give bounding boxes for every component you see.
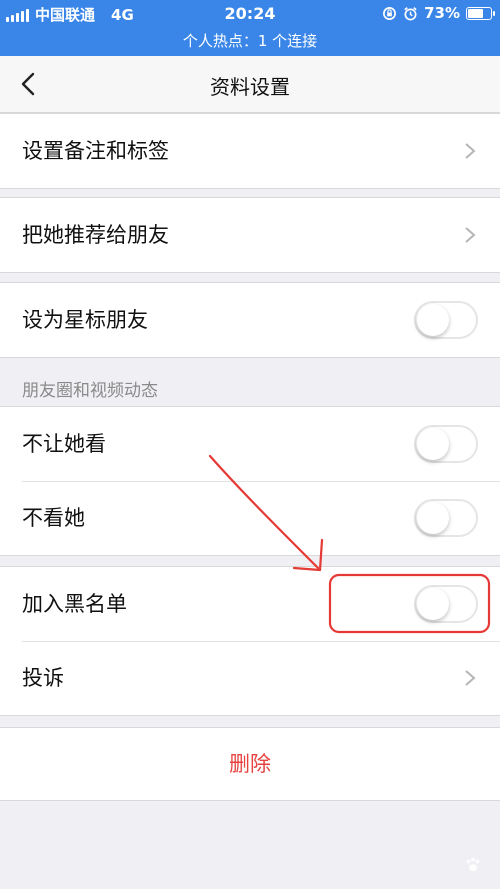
row-label: 加入黑名单 [22, 592, 127, 616]
chevron-right-icon [465, 227, 476, 243]
rotation-lock-icon [383, 6, 397, 20]
section-header-moments: 朋友圈和视频动态 [22, 381, 158, 401]
blacklist-group: 加入黑名单 投诉 [0, 566, 500, 716]
row-label: 把她推荐给朋友 [22, 223, 169, 247]
recommend-group: 把她推荐给朋友 [0, 197, 500, 273]
row-no-see-her: 不看她 [0, 481, 500, 555]
row-set-remark[interactable]: 设置备注和标签 [0, 114, 500, 188]
nav-bar: 资料设置 [0, 56, 500, 113]
blacklist-toggle[interactable] [414, 585, 478, 623]
hotspot-banner[interactable]: 个人热点：1 个连接 [0, 30, 500, 51]
row-blacklist: 加入黑名单 [0, 567, 500, 641]
star-group: 设为星标朋友 [0, 282, 500, 358]
status-bar: 中国联通 4G 20:24 73% 个人热点：1 个连接 [0, 0, 500, 56]
battery-percent: 73% [424, 4, 460, 22]
chevron-right-icon [465, 143, 476, 159]
star-toggle[interactable] [414, 301, 478, 339]
remark-group: 设置备注和标签 [0, 113, 500, 189]
row-report[interactable]: 投诉 [0, 641, 500, 715]
page-title: 资料设置 [210, 75, 290, 99]
no-see-me-toggle[interactable] [414, 425, 478, 463]
paw-icon [466, 857, 480, 872]
watermark-logo [464, 854, 482, 875]
moments-group: 不让她看 不看她 [0, 406, 500, 556]
row-label: 设为星标朋友 [22, 308, 148, 332]
no-see-her-toggle[interactable] [414, 499, 478, 537]
alarm-icon [404, 6, 417, 20]
row-no-see-me: 不让她看 [0, 407, 500, 481]
row-label: 不让她看 [22, 432, 106, 456]
chevron-right-icon [465, 670, 476, 686]
battery-icon [466, 6, 495, 20]
row-recommend[interactable]: 把她推荐给朋友 [0, 198, 500, 272]
row-label: 投诉 [22, 666, 64, 690]
delete-label: 删除 [229, 752, 271, 776]
row-label: 不看她 [22, 506, 85, 530]
delete-button[interactable]: 删除 [0, 727, 500, 801]
row-label: 设置备注和标签 [22, 139, 169, 163]
row-star-friend: 设为星标朋友 [0, 283, 500, 357]
